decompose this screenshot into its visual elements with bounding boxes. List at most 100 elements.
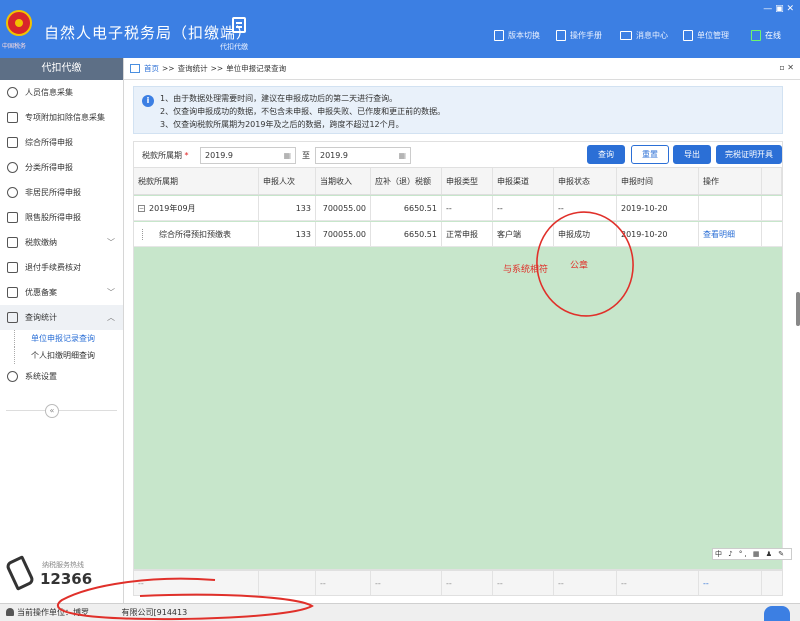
sidebar-item-comprehensive-income[interactable]: 综合所得申报 — [0, 130, 123, 155]
persons-cell: 133 — [259, 222, 316, 246]
breadcrumb-home[interactable]: 首页 — [144, 63, 159, 74]
status-bar: 当前操作单位：博罗 有限公司[914413 — [0, 603, 800, 621]
summary-cell: -- — [617, 571, 699, 595]
export-button[interactable]: 导出 — [673, 145, 711, 164]
tax-cell: 6650.51 — [371, 222, 442, 246]
summary-cell: -- — [699, 571, 762, 595]
status-cell: -- — [554, 196, 617, 220]
filter-bar: 税款所属期 * 2019.9 ▦ 至 2019.9 ▦ 查询 重置 导出 完税证… — [133, 141, 783, 167]
sidebar-item-system-settings[interactable]: 系统设置 — [0, 364, 123, 389]
tax-emblem-logo — [6, 10, 32, 36]
table-row[interactable]: 综合所得预扣预缴表 133 700055.00 6650.51 正常申报 客户端… — [134, 222, 782, 247]
breadcrumb-separator: >> — [162, 64, 175, 73]
chat-icon — [751, 30, 761, 41]
sidebar-subitem-personal-withholding-query[interactable]: 个人扣缴明细查询 — [14, 347, 123, 364]
message-center-button[interactable]: 消息中心 — [620, 30, 668, 41]
version-switch-button[interactable]: 版本切换 — [494, 30, 540, 41]
column-header: 应补（退）税额 — [371, 168, 442, 194]
sidebar-item-tax-payment[interactable]: 税款缴纳 ﹀ — [0, 230, 123, 255]
sidebar-item-special-deduction[interactable]: 专项附加扣除信息采集 — [0, 105, 123, 130]
income-cell: 700055.00 — [316, 196, 371, 220]
home-icon[interactable] — [130, 64, 140, 73]
breadcrumb-current: 单位申报记录查询 — [226, 64, 287, 73]
column-header: 当期收入 — [316, 168, 371, 194]
column-header: 申报状态 — [554, 168, 617, 194]
channel-cell: -- — [493, 196, 554, 220]
app-title: 自然人电子税务局（扣缴端） — [44, 24, 253, 42]
ime-toolbar[interactable]: 中 ♪ °, ▦ ♟ ✎ — [712, 548, 792, 560]
table-header: 税款所属期 申报人次 当期收入 应补（退）税额 申报类型 申报渠道 申报状态 申… — [134, 168, 782, 195]
current-unit-label: 当前操作单位： — [17, 608, 73, 617]
sidebar-item-preferential-filing[interactable]: 优惠备案 ﹀ — [0, 280, 123, 305]
user-icon — [6, 608, 14, 616]
info-icon: i — [142, 95, 154, 107]
annotation-match-text: 与系统相符 — [503, 265, 549, 275]
type-cell: 正常申报 — [442, 222, 493, 246]
period-end-field[interactable]: 2019.9 ▦ — [315, 147, 411, 164]
collapse-toggle-icon[interactable]: − — [138, 204, 145, 212]
summary-cell: -- — [316, 571, 371, 595]
sidebar-item-refund-check[interactable]: 退付手续费核对 — [0, 255, 123, 280]
tab-controls[interactable]: ▫ ✕ — [779, 63, 794, 72]
current-unit-prefix: 博罗 — [73, 608, 89, 617]
tax-certificate-button[interactable]: 完税证明开具 — [716, 145, 782, 164]
time-cell: 2019-10-20 — [617, 196, 699, 220]
chevron-down-icon: ﹀ — [107, 288, 115, 297]
sidebar-subitem-unit-declaration-query[interactable]: 单位申报记录查询 — [14, 330, 123, 347]
column-header: 申报时间 — [617, 168, 699, 194]
unit-management-button[interactable]: 单位管理 — [683, 30, 729, 41]
annotation-seal-text: 公章 — [570, 261, 589, 271]
sidebar-item-classified-income[interactable]: 分类所得申报 — [0, 155, 123, 180]
sidebar-item-nonresident-income[interactable]: 非居民所得申报 — [0, 180, 123, 205]
sidebar-item-restricted-shares[interactable]: 限售股所得申报 — [0, 205, 123, 230]
manual-button[interactable]: 操作手册 — [556, 30, 602, 41]
building-icon — [683, 30, 693, 41]
chevron-down-icon: ﹀ — [107, 238, 115, 247]
chart-icon — [7, 212, 18, 223]
notice-line: 3、仅查询税款所属期为2019年及之后的数据，跨度不超过12个月。 — [160, 120, 404, 129]
search-icon — [7, 312, 18, 323]
action-cell — [699, 196, 762, 220]
view-details-link[interactable]: 查看明细 — [699, 222, 762, 246]
gear-icon — [7, 371, 18, 382]
chat-button[interactable] — [764, 606, 790, 621]
query-button[interactable]: 查询 — [587, 145, 625, 164]
sidebar-header: 代扣代缴 — [0, 58, 123, 80]
sidebar-item-query-stats[interactable]: 查询统计 ︿ — [0, 305, 123, 330]
notice-line: 2、仅查询申报成功的数据，不包含未申报、申报失败、已作废和更正前的数据。 — [160, 107, 446, 116]
summary-cell: -- — [371, 571, 442, 595]
document-icon — [494, 30, 504, 41]
online-service-button[interactable]: 在线 — [751, 30, 781, 41]
tax-period-label: 税款所属期 * — [142, 151, 189, 160]
summary-cell: -- — [442, 571, 493, 595]
period-start-field[interactable]: 2019.9 ▦ — [200, 147, 296, 164]
nav-withholding-label[interactable]: 代扣代缴 — [220, 42, 248, 52]
hotline-number: 12366 — [40, 570, 93, 588]
notice-line: 1、由于数据处理需要时间，建议在申报成功后的第二天进行查询。 — [160, 94, 398, 103]
list-icon — [7, 112, 18, 123]
receipt-icon — [7, 262, 18, 273]
table-row[interactable]: − 2019年09月 133 700055.00 6650.51 -- -- -… — [134, 196, 782, 221]
sidebar-item-personnel-info[interactable]: 人员信息采集 — [0, 80, 123, 105]
person-icon — [7, 87, 18, 98]
side-scroll-handle[interactable] — [796, 292, 800, 326]
document-icon — [7, 287, 18, 298]
service-hotline: 纳税服务热线 12366 — [4, 555, 120, 592]
calendar-icon[interactable]: ▦ — [398, 148, 406, 163]
reset-button[interactable]: 重置 — [631, 145, 669, 164]
breadcrumb-separator: >> — [210, 64, 224, 73]
hotline-label: 纳税服务热线 — [42, 561, 84, 569]
calendar-icon[interactable]: ▦ — [283, 148, 291, 163]
window-controls[interactable]: — ▣ ✕ — [763, 4, 794, 14]
current-unit-name: 有限公司[914413 — [121, 608, 188, 617]
income-cell: 700055.00 — [316, 222, 371, 246]
wallet-icon[interactable] — [232, 17, 246, 33]
column-header: 申报人次 — [259, 168, 316, 194]
range-separator: 至 — [302, 151, 310, 160]
period-cell: − 2019年09月 — [134, 196, 259, 220]
column-header: 申报渠道 — [493, 168, 554, 194]
table-summary-row: -- -- -- -- -- -- -- -- — [133, 570, 783, 596]
sidebar-collapse-button[interactable]: « — [45, 404, 59, 418]
summary-cell: -- — [554, 571, 617, 595]
column-header: 操作 — [699, 168, 762, 194]
